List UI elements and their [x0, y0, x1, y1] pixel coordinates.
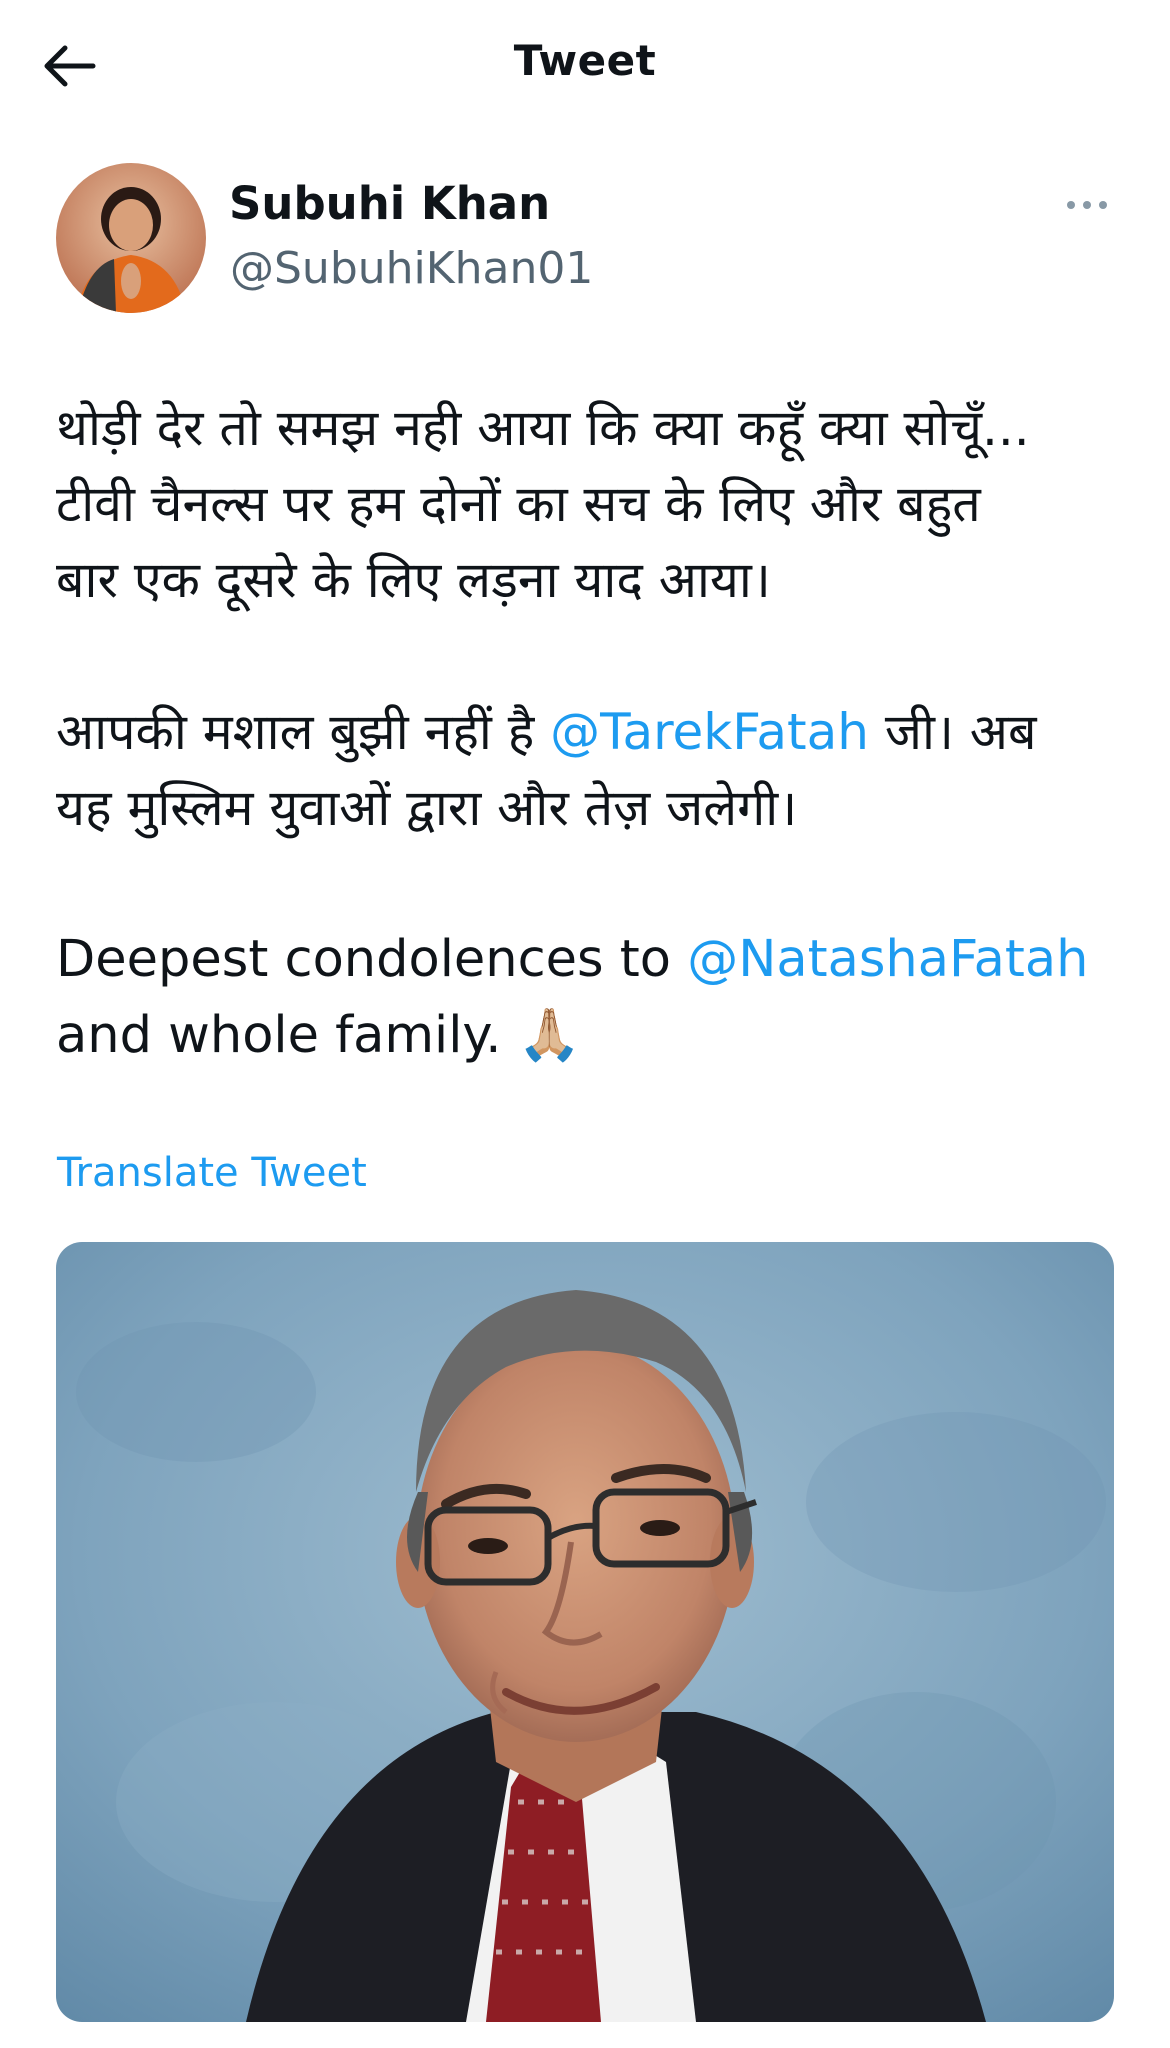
- avatar[interactable]: [56, 163, 206, 313]
- tweet-text-segment: and whole family.: [56, 1006, 518, 1065]
- tweet-text-segment: आपकी मशाल बुझी नहीं है: [56, 703, 551, 761]
- more-horizontal-icon: [1067, 201, 1107, 209]
- user-handle[interactable]: @SubuhiKhan01: [230, 243, 593, 294]
- tweet-line: यह मुस्लिम युवाओं द्वारा और तेज़ जलेगी।: [56, 779, 798, 837]
- mention-link-natashafatah[interactable]: @NatashaFatah: [687, 930, 1088, 989]
- folded-hands-emoji: 🙏🏼: [517, 1006, 582, 1065]
- tweet-line: Deepest condolences to @NatashaFatah: [56, 922, 1126, 998]
- mention-link-tarekfatah[interactable]: @TarekFatah: [550, 703, 869, 761]
- translate-tweet-link[interactable]: Translate Tweet: [57, 1150, 367, 1196]
- tweet-text-segment: जी। अब: [869, 703, 1037, 761]
- tweet-line: थोड़ी देर तो समझ नही आया कि क्या कहूँ क्…: [56, 399, 1030, 457]
- bottom-edge: [0, 2022, 1170, 2048]
- tweet-detail-screen: Tweet Subuhi Khan @SubuhiKhan01 थोड़ी दे…: [0, 0, 1170, 2048]
- more-options-button[interactable]: [1058, 185, 1116, 225]
- profile-photo-icon: [56, 163, 206, 313]
- tweet-text: थोड़ी देर तो समझ नही आया कि क्या कहूँ क्…: [56, 390, 1126, 1074]
- tweet-line: टीवी चैनल्स पर हम दोनों का सच के लिए और …: [56, 475, 981, 533]
- photo-of-man-icon: [56, 1242, 1114, 2022]
- tweet-line: and whole family. 🙏🏼: [56, 998, 1126, 1074]
- tweet-author: Subuhi Khan @SubuhiKhan01: [56, 163, 1116, 313]
- display-name[interactable]: Subuhi Khan: [229, 177, 550, 230]
- tweet-line: आपकी मशाल बुझी नहीं है @TarekFatah जी। अ…: [56, 694, 1126, 770]
- page-title: Tweet: [513, 36, 657, 85]
- tweet-line: बार एक दूसरे के लिए लड़ना याद आया।: [56, 551, 771, 609]
- tweet-text-segment: Deepest condolences to: [56, 930, 688, 989]
- top-bar: Tweet: [0, 0, 1170, 132]
- tweet-media-image[interactable]: [56, 1242, 1114, 2022]
